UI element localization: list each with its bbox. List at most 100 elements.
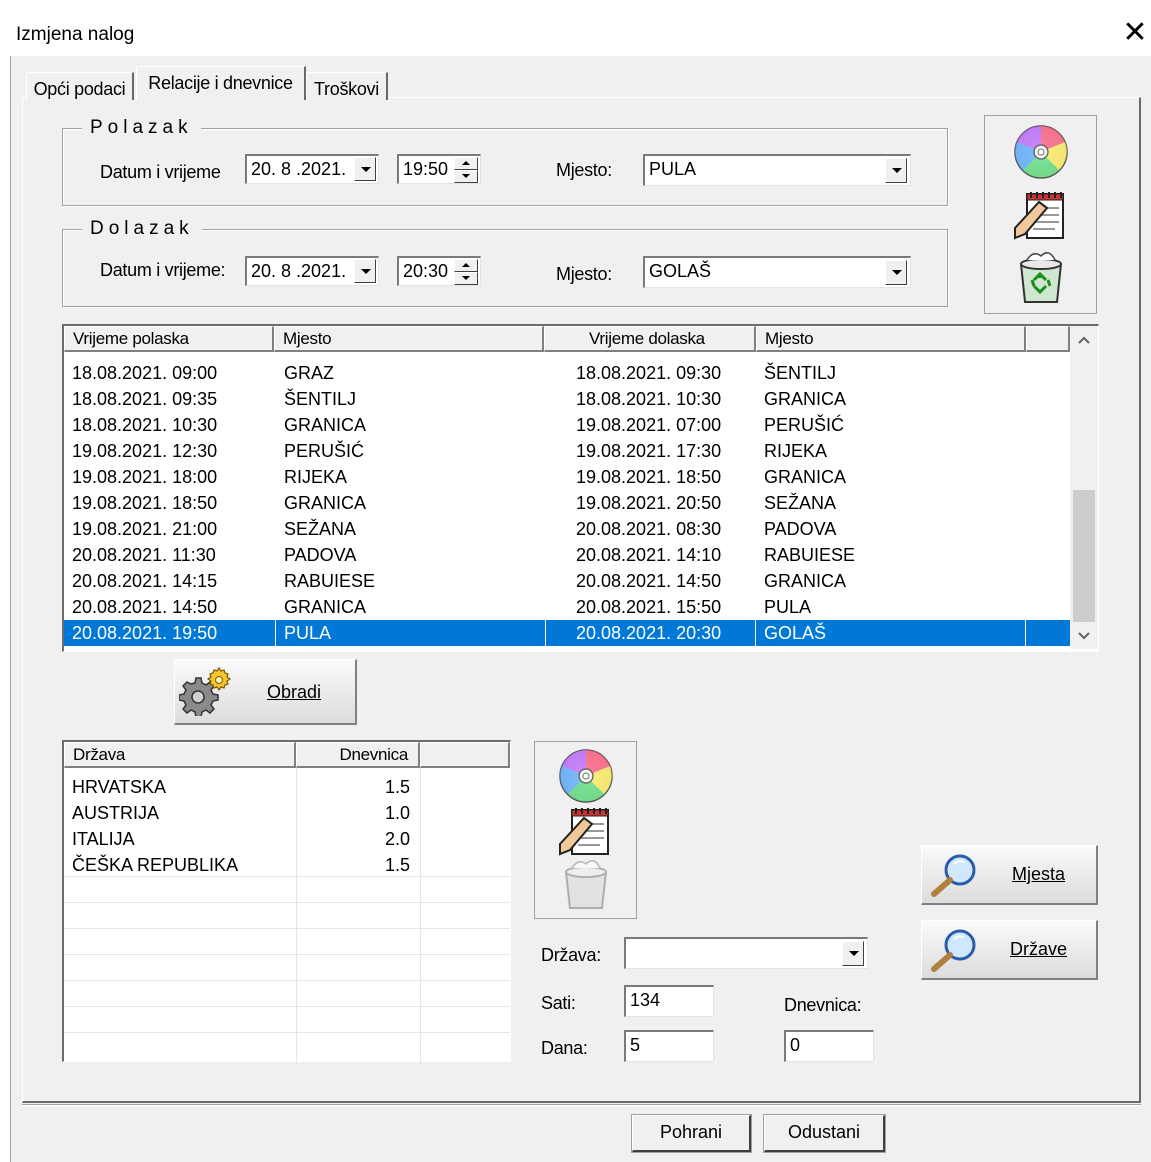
tab-opci-podaci[interactable]: Opći podaci xyxy=(26,72,134,100)
grid-line xyxy=(64,980,510,981)
magnifier-icon xyxy=(931,929,976,972)
table-row[interactable]: 19.08.2021. 12:30 PERUŠIĆ 19.08.2021. 17… xyxy=(64,438,1070,464)
scroll-thumb[interactable] xyxy=(1073,490,1095,622)
save-cd-icon[interactable] xyxy=(558,748,614,804)
polazak-place-combo[interactable]: PULA xyxy=(643,154,911,186)
edit-notepad-icon[interactable] xyxy=(558,804,614,858)
obradi-button[interactable]: Obradi xyxy=(174,659,357,725)
cell-dep-time: 20.08.2021. 11:30 xyxy=(72,545,216,565)
grid-line xyxy=(64,902,510,903)
grid-line xyxy=(64,928,510,929)
save-cd-icon[interactable] xyxy=(1013,124,1069,180)
chevron-down-icon[interactable] xyxy=(885,158,907,183)
col-header-mjesto-dolaska[interactable]: Mjesto xyxy=(756,326,1026,352)
scroll-down-icon[interactable] xyxy=(1078,632,1090,640)
tab-troskovi[interactable]: Troškovi xyxy=(306,72,388,100)
delete-recycle-bin-icon[interactable] xyxy=(562,858,610,912)
delete-recycle-bin-icon[interactable] xyxy=(1015,250,1067,306)
footer-divider xyxy=(22,1104,1141,1106)
pohrani-button[interactable]: Pohrani xyxy=(631,1114,752,1153)
cell-country: HRVATSKA xyxy=(72,777,167,797)
cell-arr-time: 20.08.2021. 15:50 xyxy=(576,597,722,617)
polazak-datetime-label: Datum i vrijeme xyxy=(100,162,221,182)
spin-down-icon[interactable] xyxy=(454,272,478,285)
drzave-button[interactable]: Države xyxy=(921,920,1098,980)
cell-dep-time: 19.08.2021. 12:30 xyxy=(72,441,218,461)
cell-dep-place: GRANICA xyxy=(284,415,367,435)
cell-dep-time: 19.08.2021. 18:00 xyxy=(72,467,218,487)
chevron-down-icon[interactable] xyxy=(842,941,864,966)
cell-country: ČEŠKA REPUBLIKA xyxy=(72,855,239,875)
polazak-time-spinner[interactable] xyxy=(454,157,478,183)
table-row[interactable]: 18.08.2021. 10:30 GRANICA 19.08.2021. 07… xyxy=(64,412,1070,438)
table-row[interactable]: ITALIJA 2.0 xyxy=(64,826,510,852)
col-header-mjesto-polaska[interactable]: Mjesto xyxy=(274,326,544,352)
table-row[interactable]: 20.08.2021. 14:15 RABUIESE 20.08.2021. 1… xyxy=(64,568,1070,594)
cell-arr-time: 18.08.2021. 09:30 xyxy=(576,363,722,383)
cell-arr-time: 20.08.2021. 14:10 xyxy=(576,545,722,565)
gears-icon xyxy=(179,666,232,716)
sati-input[interactable]: 134 xyxy=(624,985,714,1017)
table-row[interactable]: 19.08.2021. 21:00 SEŽANA 20.08.2021. 08:… xyxy=(64,516,1070,542)
relations-scrollbar[interactable] xyxy=(1070,326,1098,649)
cell-arr-place: GRANICA xyxy=(764,389,847,409)
cell-dep-time: 18.08.2021. 09:35 xyxy=(72,389,218,409)
drzava-label: Država: xyxy=(541,945,601,965)
cell-arr-time: 19.08.2021. 07:00 xyxy=(576,415,722,435)
table-row[interactable]: 20.08.2021. 14:50 GRANICA 20.08.2021. 15… xyxy=(64,594,1070,620)
col-header-vrijeme-polaska[interactable]: Vrijeme polaska xyxy=(64,326,274,352)
table-row[interactable]: 18.08.2021. 09:00 GRAZ 18.08.2021. 09:30… xyxy=(64,360,1070,386)
cell-arr-place: ŠENTILJ xyxy=(764,363,837,383)
chevron-down-icon[interactable] xyxy=(354,157,376,181)
col-header-empty xyxy=(420,742,510,768)
drzave-label: Države xyxy=(1010,939,1068,959)
cell-arr-place: GRANICA xyxy=(764,571,847,591)
col-header-drzava[interactable]: Država xyxy=(64,742,296,768)
mjesta-button[interactable]: Mjesta xyxy=(921,845,1098,905)
edit-notepad-icon[interactable] xyxy=(1013,188,1069,242)
chevron-down-icon[interactable] xyxy=(354,259,376,283)
table-row[interactable]: 20.08.2021. 11:30 PADOVA 20.08.2021. 14:… xyxy=(64,542,1070,568)
table-row-selected[interactable]: 20.08.2021. 19:50 PULA 20.08.2021. 20:30… xyxy=(64,620,1070,646)
cell-arr-place: PULA xyxy=(764,597,812,617)
table-row[interactable]: 19.08.2021. 18:00 RIJEKA 19.08.2021. 18:… xyxy=(64,464,1070,490)
cell-arr-time: 19.08.2021. 17:30 xyxy=(576,441,722,461)
scroll-up-icon[interactable] xyxy=(1078,336,1090,344)
dolazak-time-spinner[interactable] xyxy=(454,259,478,285)
cell-arr-time: 20.08.2021. 08:30 xyxy=(576,519,722,539)
cell-allowance: 1.5 xyxy=(384,777,410,797)
cell-dep-time: 20.08.2021. 14:15 xyxy=(72,571,218,591)
spin-up-icon[interactable] xyxy=(454,259,478,272)
table-row[interactable]: 19.08.2021. 18:50 GRANICA 19.08.2021. 20… xyxy=(64,490,1070,516)
spin-down-icon[interactable] xyxy=(454,170,478,183)
chevron-down-icon[interactable] xyxy=(885,260,907,285)
table-row[interactable]: HRVATSKA 1.5 xyxy=(64,774,510,800)
col-header-dnevnica[interactable]: Dnevnica xyxy=(296,742,420,768)
dolazak-place-combo[interactable]: GOLAŠ xyxy=(643,256,911,288)
mjesta-label: Mjesta xyxy=(1012,864,1066,884)
cell-dep-place: PULA xyxy=(276,620,546,646)
table-row[interactable]: 18.08.2021. 09:35 ŠENTILJ 18.08.2021. 10… xyxy=(64,386,1070,412)
spin-up-icon[interactable] xyxy=(454,157,478,170)
window-title: Izmjena nalog xyxy=(16,24,135,45)
col-header-vrijeme-dolaska[interactable]: Vrijeme dolaska xyxy=(544,326,756,352)
title-bar xyxy=(10,12,1151,56)
drzava-combo[interactable] xyxy=(624,937,868,969)
cell-arr-time: 19.08.2021. 18:50 xyxy=(576,467,722,487)
cell-dep-place: GRANICA xyxy=(284,493,367,513)
cell-arr-place: RIJEKA xyxy=(764,441,828,461)
cell-dep-place: ŠENTILJ xyxy=(284,389,357,409)
cell-dep-place: RABUIESE xyxy=(284,571,376,591)
tab-relacije-i-dnevnice[interactable]: Relacije i dnevnice xyxy=(136,66,306,100)
table-row[interactable]: ČEŠKA REPUBLIKA 1.5 xyxy=(64,852,510,878)
odustani-button[interactable]: Odustani xyxy=(763,1114,886,1153)
sati-label: Sati: xyxy=(541,993,576,1013)
dnevnica-input[interactable]: 0 xyxy=(784,1030,874,1062)
close-icon[interactable]: ✕ xyxy=(1120,18,1150,50)
cell-dep-place: PERUŠIĆ xyxy=(284,441,365,461)
cell-arr-time: 18.08.2021. 10:30 xyxy=(576,389,722,409)
cell-allowance: 1.0 xyxy=(384,803,410,823)
dana-input[interactable]: 5 xyxy=(624,1030,714,1062)
grid-line xyxy=(64,1006,510,1007)
table-row[interactable]: AUSTRIJA 1.0 xyxy=(64,800,510,826)
